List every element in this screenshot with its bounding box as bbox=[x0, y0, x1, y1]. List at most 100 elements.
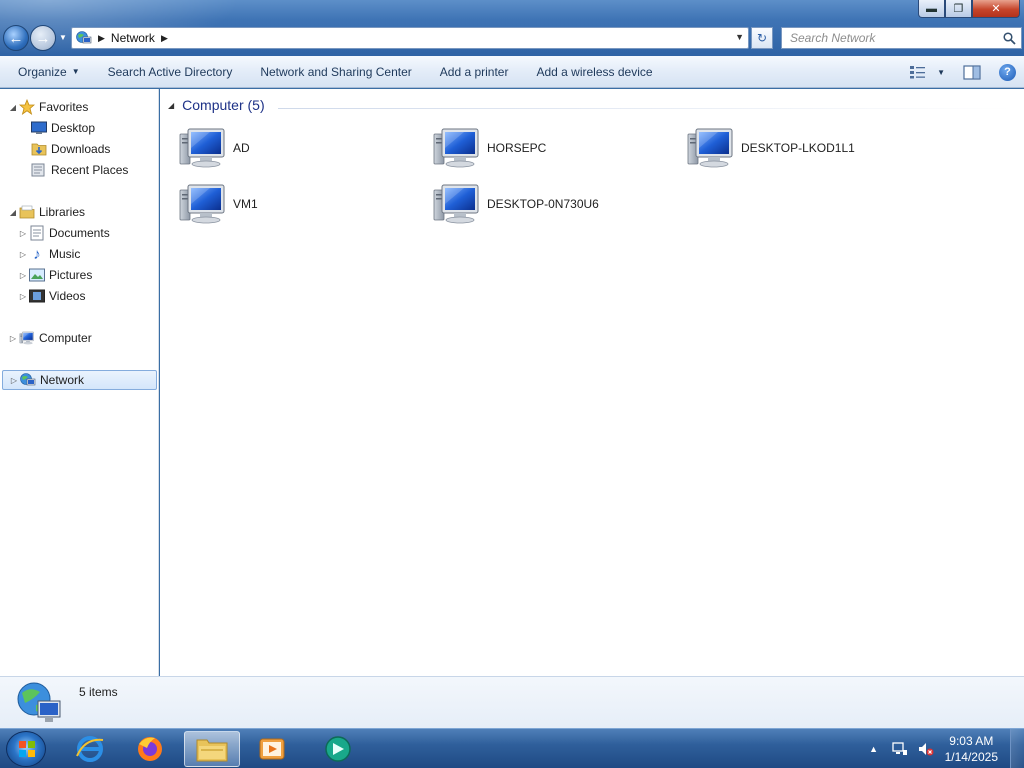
nav-computer[interactable]: ▷ Computer bbox=[8, 328, 92, 348]
nav-music-label: Music bbox=[49, 247, 81, 261]
preview-pane-button[interactable] bbox=[963, 60, 981, 84]
computer-name: DESKTOP-0N730U6 bbox=[487, 197, 599, 211]
computer-icon bbox=[178, 126, 228, 170]
clock[interactable]: 9:03 AM 1/14/2025 bbox=[945, 733, 998, 765]
breadcrumb-network[interactable]: Network bbox=[111, 31, 155, 45]
collapse-arrow-icon: ◢ bbox=[168, 100, 175, 110]
clock-date: 1/14/2025 bbox=[944, 750, 998, 764]
network-tray-icon[interactable] bbox=[891, 741, 908, 757]
nav-favorites-label: Favorites bbox=[39, 100, 89, 114]
computer-item-ad[interactable]: AD bbox=[178, 124, 428, 172]
view-dropdown-button[interactable]: ▼ bbox=[937, 60, 945, 84]
videos-icon bbox=[29, 288, 45, 304]
taskbar-firefox[interactable] bbox=[122, 731, 178, 767]
minimize-button[interactable]: ▬ bbox=[918, 0, 945, 18]
start-button[interactable] bbox=[6, 731, 46, 767]
volume-muted-icon[interactable] bbox=[918, 741, 934, 757]
command-bar: Organize ▼ Search Active Directory Netwo… bbox=[0, 56, 1024, 88]
star-icon bbox=[19, 99, 35, 115]
show-hidden-icons-button[interactable]: ▲ bbox=[866, 741, 882, 757]
expand-arrow-icon[interactable]: ▷ bbox=[18, 229, 28, 238]
preview-pane-icon bbox=[963, 64, 981, 80]
taskbar-remote-app[interactable] bbox=[310, 731, 366, 767]
add-printer-button[interactable]: Add a printer bbox=[426, 60, 523, 84]
expand-arrow-icon[interactable]: ▷ bbox=[18, 250, 28, 259]
nav-pictures[interactable]: ▷ Pictures bbox=[18, 265, 92, 285]
firefox-icon bbox=[138, 737, 162, 761]
computer-item-horsepc[interactable]: HORSEPC bbox=[432, 124, 682, 172]
nav-pictures-label: Pictures bbox=[49, 268, 93, 282]
computer-item-vm1[interactable]: VM1 bbox=[178, 180, 428, 228]
network-sharing-center-button[interactable]: Network and Sharing Center bbox=[246, 60, 425, 84]
search-input[interactable] bbox=[790, 31, 990, 45]
nav-libraries[interactable]: ◢ Libraries bbox=[8, 202, 85, 222]
back-button[interactable]: ← bbox=[3, 25, 29, 51]
forward-button[interactable]: → bbox=[30, 25, 56, 51]
search-box[interactable] bbox=[781, 27, 1022, 49]
nav-music[interactable]: ▷ ♪ Music bbox=[18, 244, 80, 264]
nav-recent-places[interactable]: Recent Places bbox=[30, 160, 128, 180]
taskbar-windows-explorer[interactable] bbox=[184, 731, 240, 767]
organize-button[interactable]: Organize ▼ bbox=[4, 60, 94, 84]
search-active-directory-button[interactable]: Search Active Directory bbox=[94, 60, 247, 84]
internet-explorer-icon bbox=[76, 736, 104, 762]
group-header-computer[interactable]: ◢ Computer (5) bbox=[168, 97, 265, 113]
breadcrumb-separator-icon[interactable]: ▶ bbox=[98, 33, 105, 44]
expand-arrow-icon[interactable]: ▷ bbox=[18, 292, 28, 301]
nav-downloads[interactable]: Downloads bbox=[30, 139, 110, 159]
downloads-folder-icon bbox=[31, 141, 47, 157]
recent-pages-dropdown[interactable]: ▼ bbox=[59, 33, 67, 42]
taskbar-internet-explorer[interactable] bbox=[62, 731, 118, 767]
help-button[interactable]: ? bbox=[999, 60, 1016, 84]
collapse-arrow-icon[interactable]: ◢ bbox=[8, 208, 18, 217]
expand-arrow-icon[interactable]: ▷ bbox=[8, 334, 18, 343]
organize-label: Organize bbox=[18, 64, 67, 79]
documents-icon bbox=[29, 225, 45, 241]
view-options-icon bbox=[910, 66, 926, 79]
address-dropdown-icon[interactable]: ▼ bbox=[735, 32, 744, 42]
computer-item-desktop-0n730u6[interactable]: DESKTOP-0N730U6 bbox=[432, 180, 682, 228]
address-bar[interactable]: ▶ Network ▶ ▼ bbox=[71, 27, 749, 49]
search-icon[interactable] bbox=[1003, 32, 1016, 45]
windows-logo-icon bbox=[19, 741, 35, 757]
remote-app-icon bbox=[325, 736, 351, 762]
window-controls: ▬ ❐ ✕ bbox=[918, 0, 1020, 18]
collapse-arrow-icon[interactable]: ◢ bbox=[8, 103, 18, 112]
nav-favorites[interactable]: ◢ Favorites bbox=[8, 97, 88, 117]
clock-time: 9:03 AM bbox=[949, 734, 994, 748]
libraries-icon bbox=[19, 204, 35, 220]
group-title: Computer (5) bbox=[182, 97, 265, 113]
taskbar-media-player[interactable] bbox=[244, 731, 300, 767]
nav-network-label: Network bbox=[40, 373, 85, 387]
details-pane: 5 items bbox=[0, 676, 1024, 728]
nav-libraries-label: Libraries bbox=[39, 205, 86, 219]
item-count: 5 items bbox=[79, 685, 118, 699]
nav-network[interactable]: ▷ Network bbox=[2, 370, 157, 390]
computer-name: DESKTOP-LKOD1L1 bbox=[741, 141, 855, 155]
nav-videos[interactable]: ▷ Videos bbox=[18, 286, 86, 306]
close-button[interactable]: ✕ bbox=[972, 0, 1020, 18]
network-icon bbox=[76, 31, 92, 45]
pictures-icon bbox=[29, 267, 45, 283]
breadcrumb-chevron-icon[interactable]: ▶ bbox=[161, 33, 168, 44]
computer-icon bbox=[686, 126, 736, 170]
forward-arrow-icon: → bbox=[35, 29, 51, 47]
computer-icon bbox=[178, 182, 228, 226]
maximize-button[interactable]: ❐ bbox=[945, 0, 972, 18]
nav-desktop[interactable]: Desktop bbox=[30, 118, 95, 138]
show-desktop-button[interactable] bbox=[1010, 729, 1024, 768]
nav-documents[interactable]: ▷ Documents bbox=[18, 223, 110, 243]
refresh-icon: ↻ bbox=[756, 31, 768, 45]
nav-documents-label: Documents bbox=[49, 226, 110, 240]
add-wireless-device-button[interactable]: Add a wireless device bbox=[522, 60, 666, 84]
nav-recent-places-label: Recent Places bbox=[51, 163, 129, 177]
expand-arrow-icon[interactable]: ▷ bbox=[18, 271, 28, 280]
navigation-pane: ◢ Favorites Desktop Downloads Recent Pla… bbox=[0, 89, 159, 676]
refresh-button[interactable]: ↻ bbox=[751, 27, 773, 49]
computer-name: AD bbox=[233, 141, 250, 155]
system-tray: ▲ 9:03 AM 1/14/2025 bbox=[861, 729, 1024, 768]
expand-arrow-icon[interactable]: ▷ bbox=[9, 376, 19, 385]
computer-icon bbox=[19, 330, 35, 346]
change-view-button[interactable] bbox=[909, 60, 927, 84]
computer-item-desktop-lkod1l1[interactable]: DESKTOP-LKOD1L1 bbox=[686, 124, 936, 172]
